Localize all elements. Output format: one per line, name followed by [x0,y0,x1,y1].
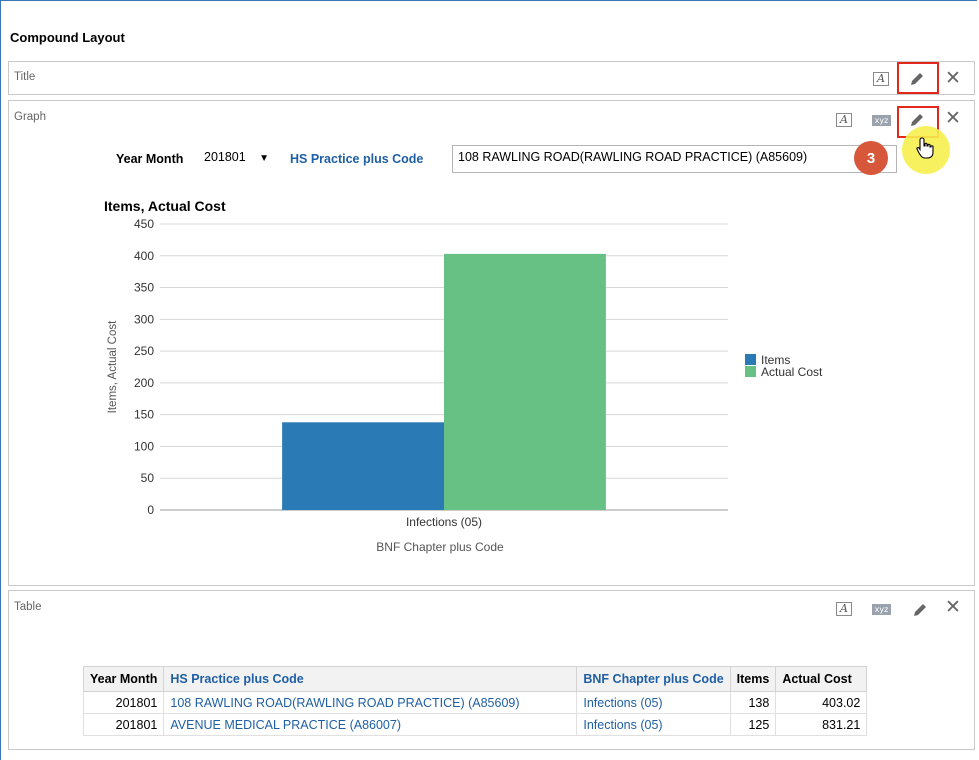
bar-chart: 0 50 100 150 200 250 300 350 400 450 Infections (0… [107,217,823,554]
table-row: 201801 AVENUE MEDICAL PRACTICE (A86007) … [82,713,868,736]
y-tick-label: 350 [134,281,154,295]
x-axis-title: BNF Chapter plus Code [376,540,504,554]
y-tick-label: 250 [134,344,154,358]
y-tick-label: 200 [134,376,154,390]
table-view-label: Table [14,601,42,613]
col-bnf-chapter[interactable]: BNF Chapter plus Code [576,666,731,692]
y-tick-label: 400 [134,249,154,263]
cell-practice-link[interactable]: 108 RAWLING ROAD(RAWLING ROAD PRACTICE) … [163,691,578,714]
bar-actual-cost [444,253,606,510]
xyz-glyph: xyz [874,605,889,614]
cell-year-month: 201801 [82,713,165,736]
y-tick-label: 300 [134,312,154,326]
legend-swatch [745,366,756,377]
cell-bnf-link[interactable]: Infections (05) [576,713,731,736]
results-table: Year Month HS Practice plus Code BNF Cha… [82,666,868,736]
y-tick-label: 150 [134,408,154,422]
cell-items: 125 [729,713,777,736]
cell-actual-cost: 403.02 [775,691,868,714]
col-year-month[interactable]: Year Month [82,666,165,692]
table-header-row: Year Month HS Practice plus Code BNF Cha… [82,666,868,692]
y-axis-title: Items, Actual Cost [107,320,119,413]
y-tick-label: 450 [134,217,154,231]
bar-items [282,422,444,510]
y-tick-label: 50 [141,471,155,485]
cell-year-month: 201801 [82,691,165,714]
col-actual-cost[interactable]: Actual Cost [775,666,868,692]
table-row: 201801 108 RAWLING ROAD(RAWLING ROAD PRA… [82,691,868,714]
y-tick-label: 0 [147,503,154,517]
close-icon[interactable]: ✕ [945,598,961,617]
cell-items: 138 [729,691,777,714]
xyz-icon[interactable]: xyz [872,604,891,615]
legend-label: Actual Cost [761,365,823,379]
edit-pencil-icon[interactable] [909,599,931,621]
format-text-icon[interactable]: A [836,602,852,616]
cell-practice-link[interactable]: AVENUE MEDICAL PRACTICE (A86007) [163,713,578,736]
close-glyph: ✕ [945,597,961,618]
x-tick-label: Infections (05) [406,515,482,529]
cell-actual-cost: 831.21 [775,713,868,736]
y-tick-label: 100 [134,439,154,453]
format-glyph: A [840,602,848,615]
col-practice[interactable]: HS Practice plus Code [163,666,578,692]
cell-bnf-link[interactable]: Infections (05) [576,691,731,714]
col-items[interactable]: Items [729,666,777,692]
legend-swatch [745,354,756,365]
